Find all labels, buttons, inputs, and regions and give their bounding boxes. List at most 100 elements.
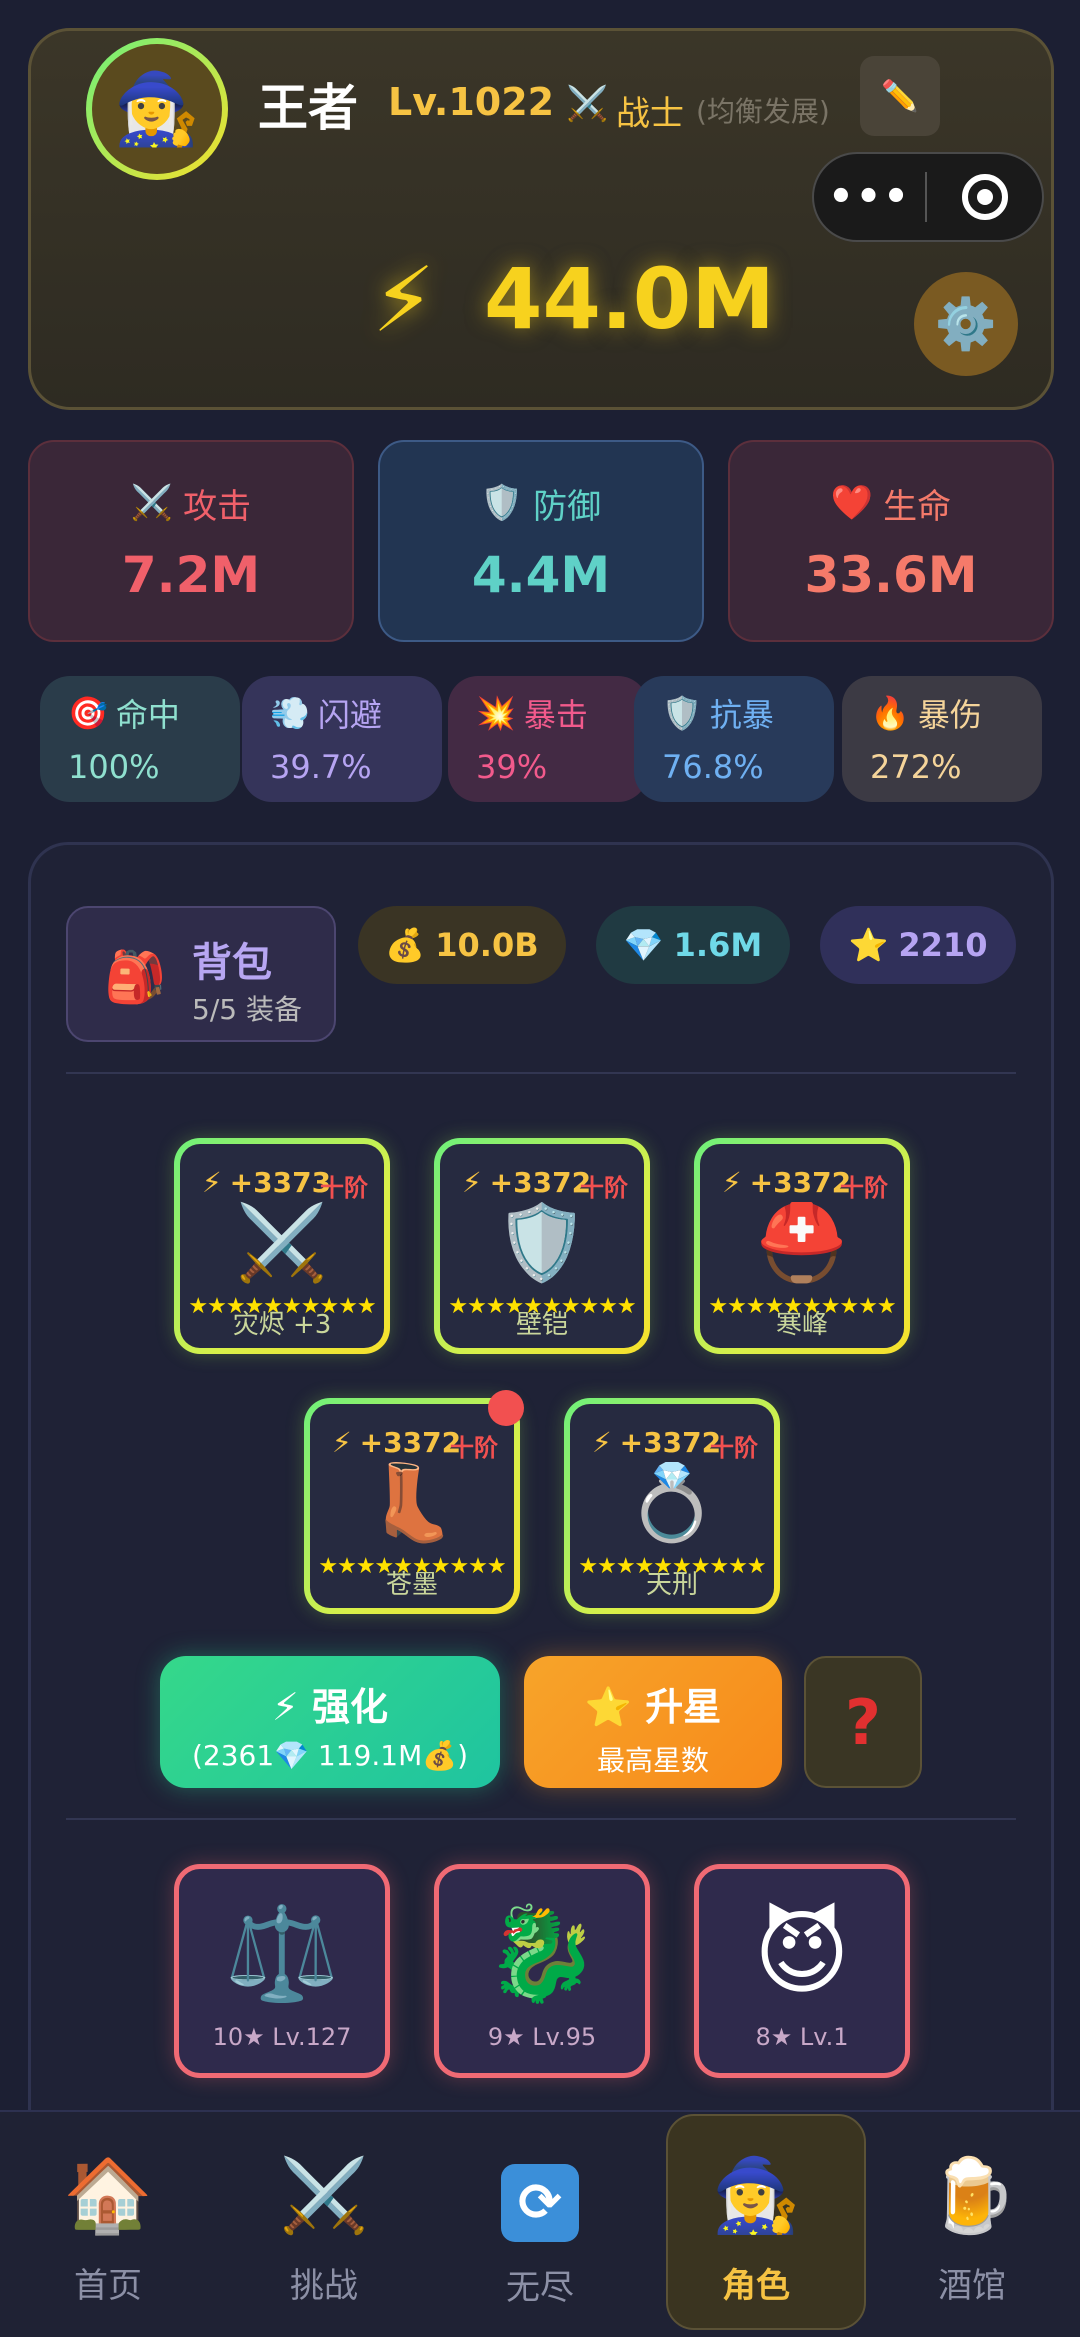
star-up-button[interactable]: ⭐ 升星 最高星数	[524, 1656, 782, 1788]
combat-power: 44.0M	[484, 250, 775, 348]
equip-name: 苍墨	[385, 1570, 438, 1600]
avatar[interactable]: 🧙‍♀️	[86, 38, 228, 180]
backpack-count: 5/5 装备	[192, 993, 302, 1026]
equip-name: 壁铠	[515, 1310, 568, 1340]
pet-info: 10★ Lv.127	[212, 2023, 352, 2051]
gem-balance: 💎 1.6M	[596, 906, 790, 984]
lightning-icon: ⚡	[332, 1426, 352, 1459]
class-name: 战士	[616, 94, 684, 134]
equip-name: 灾烬 +3	[232, 1310, 332, 1340]
loop-icon: ⟳	[501, 2164, 579, 2242]
pet-slot[interactable]: ⚖️ 10★ Lv.127	[174, 1864, 390, 2078]
equip-tier: 十阶	[450, 1434, 498, 1462]
star-up-subtitle: 最高星数	[596, 1744, 709, 1777]
nav-label: 无尽	[506, 2268, 574, 2308]
nav-tavern[interactable]: 🍺 酒馆	[864, 2110, 1080, 2337]
equip-name: 寒峰	[775, 1310, 828, 1340]
player-level: Lv.1022	[388, 80, 555, 124]
pet-slot[interactable]: 😈 8★ Lv.1	[694, 1864, 910, 2078]
nav-label: 角色	[722, 2266, 790, 2306]
equip-slot-weapon[interactable]: ⚡ +3373 十阶 ⚔️ ★★★★★★★★★★ 灾烬 +3	[174, 1138, 390, 1354]
pet-slot[interactable]: 🐉 9★ Lv.95	[434, 1864, 650, 2078]
health-label: 生命	[883, 486, 952, 527]
crit-damage-value: 272%	[870, 748, 962, 786]
help-button[interactable]: ?	[804, 1656, 922, 1788]
dragon-icon: 🐉	[484, 1900, 600, 2007]
equip-power: +3372	[749, 1166, 852, 1199]
class-subtitle: (均衡发展)	[696, 95, 830, 128]
accuracy-value: 100%	[68, 748, 160, 786]
lightning-icon: ⚡	[202, 1166, 222, 1199]
enhance-cost: (2361💎 119.1M💰)	[191, 1739, 469, 1772]
shield-icon: 🛡️	[480, 483, 524, 523]
target-icon: 🎯	[68, 694, 108, 732]
accuracy-label: 命中	[115, 696, 180, 734]
equip-slot-armor[interactable]: ⚡ +3372 十阶 🛡️ ★★★★★★★★★★ 壁铠	[434, 1138, 650, 1354]
house-icon: 🏠	[63, 2153, 153, 2237]
equip-tier: 十阶	[320, 1174, 368, 1202]
close-miniprogram-button[interactable]	[927, 174, 1042, 220]
backpack-button[interactable]: 🎒 背包 5/5 装备	[66, 906, 336, 1042]
dodge-value: 39.7%	[270, 748, 372, 786]
gear-icon: ⚙️	[934, 294, 998, 353]
equip-slot-boots[interactable]: ⚡ +3372 十阶 👢 ★★★★★★★★★★ 苍墨	[304, 1398, 520, 1614]
scales-icon: ⚖️	[224, 1900, 340, 2007]
lightning-icon: ⚡	[272, 1685, 299, 1729]
nav-label: 酒馆	[938, 2266, 1006, 2306]
crit-resist-value: 76.8%	[662, 748, 764, 786]
lightning-icon: ⚡	[722, 1166, 742, 1199]
fire-icon: 🔥	[870, 694, 910, 732]
star-icon: ⭐	[584, 1685, 633, 1729]
equip-slot-ring[interactable]: ⚡ +3372 十阶 💍 ★★★★★★★★★★ 天刑	[564, 1398, 780, 1614]
ring-icon: 💍	[625, 1460, 719, 1546]
settings-button[interactable]: ⚙️	[914, 272, 1018, 376]
shield-icon: 🛡️	[495, 1200, 589, 1286]
question-icon: ?	[845, 1685, 881, 1759]
nav-challenge[interactable]: ⚔️ 挑战	[216, 2110, 432, 2337]
equip-tier: 十阶	[710, 1434, 758, 1462]
helmet-icon: ⛑️	[755, 1200, 849, 1286]
notification-dot	[488, 1390, 524, 1426]
money-bag-icon: 💰	[385, 926, 426, 964]
star-value: 2210	[898, 926, 988, 964]
more-menu-button[interactable]: •••	[814, 174, 925, 220]
dodge-label: 闪避	[317, 696, 382, 734]
lightning-icon: ⚡	[462, 1166, 482, 1199]
avatar-icon: 🧙‍♀️	[113, 67, 201, 150]
enhance-button[interactable]: ⚡ 强化 (2361💎 119.1M💰)	[160, 1656, 500, 1788]
pencil-icon: ✏️	[881, 78, 919, 114]
gold-value: 10.0B	[435, 926, 539, 964]
equip-power: +3373	[229, 1166, 332, 1199]
boot-icon: 👢	[365, 1460, 459, 1546]
lightning-icon: ⚡	[592, 1426, 612, 1459]
dash-icon: 💨	[270, 694, 310, 732]
equip-slot-helmet[interactable]: ⚡ +3372 十阶 ⛑️ ★★★★★★★★★★ 寒峰	[694, 1138, 910, 1354]
divider	[66, 1818, 1016, 1820]
health-card: ❤️ 生命 33.6M	[728, 440, 1054, 642]
defense-card: 🛡️ 防御 4.4M	[378, 440, 704, 642]
swords-icon: ⚔️	[235, 1200, 329, 1286]
defense-label: 防御	[533, 486, 602, 527]
player-name: 王者	[258, 79, 358, 137]
lightning-icon: ⚡	[372, 248, 436, 353]
defense-value: 4.4M	[471, 545, 611, 604]
devil-icon: 😈	[754, 1900, 850, 2007]
edit-button[interactable]: ✏️	[860, 56, 940, 136]
nav-endless[interactable]: ⟳ 无尽	[432, 2110, 648, 2337]
equip-power: +3372	[489, 1166, 592, 1199]
character-page: 🧙‍♀️ 王者 Lv.1022 ⚔️ 战士 (均衡发展) ✏️ ••• ⚡ 44…	[0, 0, 1080, 2337]
enhance-label: 强化	[311, 1685, 388, 1729]
star-up-label: 升星	[645, 1685, 722, 1729]
crit-value: 39%	[476, 748, 548, 786]
accuracy-chip: 🎯 命中 100%	[40, 676, 240, 802]
star-balance: ⭐ 2210	[820, 906, 1016, 984]
nav-character[interactable]: 🧙‍♀️ 角色	[648, 2110, 866, 2337]
swords-icon: ⚔️	[566, 84, 609, 124]
crit-chip: 💥 暴击 39%	[448, 676, 648, 802]
heart-icon: ❤️	[830, 483, 874, 523]
nav-home[interactable]: 🏠 首页	[0, 2110, 216, 2337]
crit-damage-label: 暴伤	[917, 696, 982, 734]
divider	[66, 1072, 1016, 1074]
backpack-title: 背包	[192, 940, 272, 986]
equip-tier: 十阶	[580, 1174, 628, 1202]
